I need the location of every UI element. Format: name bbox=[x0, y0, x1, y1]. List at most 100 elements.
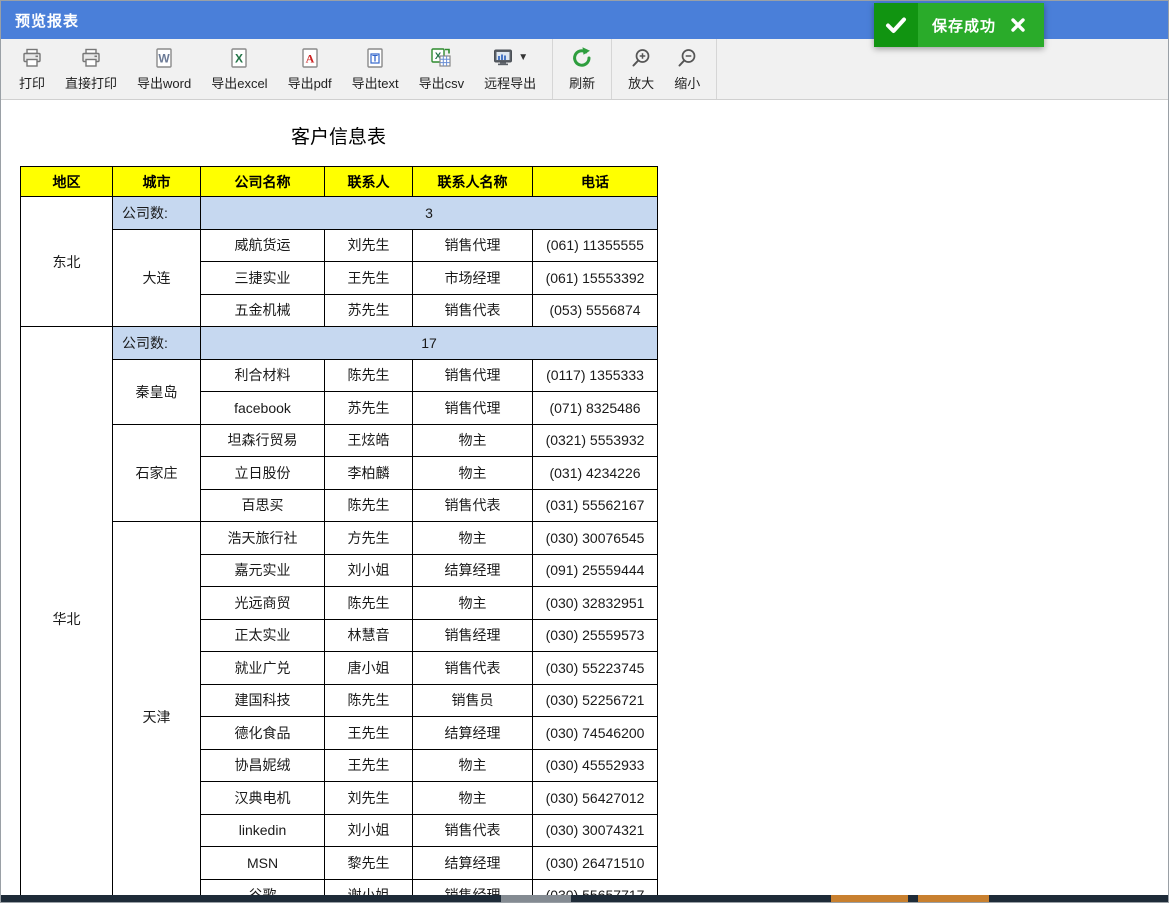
company-name-cell: 五金机械 bbox=[201, 294, 325, 327]
save-success-toast: 保存成功 bbox=[874, 3, 1044, 47]
city-cell: 石家庄 bbox=[113, 424, 201, 522]
contact-cell: 苏先生 bbox=[325, 294, 413, 327]
contact-title-cell: 销售代表 bbox=[413, 489, 533, 522]
contact-cell: 王先生 bbox=[325, 749, 413, 782]
company-name-cell: 谷歌 bbox=[201, 879, 325, 895]
direct-print-label: 直接打印 bbox=[65, 73, 117, 92]
contact-cell: 方先生 bbox=[325, 522, 413, 555]
remote-export-icon bbox=[492, 46, 514, 71]
remote-export-label: 远程导出 bbox=[484, 73, 536, 92]
contact-title-cell: 结算经理 bbox=[413, 717, 533, 750]
contact-cell: 黎先生 bbox=[325, 847, 413, 880]
excel-file-icon: X bbox=[228, 46, 250, 70]
export-pdf-label: 导出pdf bbox=[288, 73, 332, 92]
phone-cell: (071) 8325486 bbox=[533, 392, 658, 425]
toast-message: 保存成功 bbox=[932, 15, 996, 36]
phone-cell: (030) 25559573 bbox=[533, 619, 658, 652]
phone-cell: (061) 15553392 bbox=[533, 262, 658, 295]
column-header: 联系人名称 bbox=[413, 167, 533, 197]
contact-title-cell: 结算经理 bbox=[413, 847, 533, 880]
group-summary-row: 东北公司数:3 bbox=[21, 197, 658, 230]
zoom-out-label: 缩小 bbox=[674, 73, 700, 92]
region-cell: 东北 bbox=[21, 197, 113, 327]
phone-cell: (030) 30074321 bbox=[533, 814, 658, 847]
table-row: 天津浩天旅行社方先生物主(030) 30076545 bbox=[21, 522, 658, 555]
company-name-cell: linkedin bbox=[201, 814, 325, 847]
taskbar-strip bbox=[1, 895, 1168, 902]
contact-title-cell: 销售代理 bbox=[413, 392, 533, 425]
direct-print-button[interactable]: 直接打印 bbox=[55, 39, 127, 99]
taskbar-segment bbox=[916, 895, 989, 902]
phone-cell: (053) 5556874 bbox=[533, 294, 658, 327]
phone-cell: (030) 52256721 bbox=[533, 684, 658, 717]
export-csv-button[interactable]: X 导出csv bbox=[409, 39, 475, 99]
contact-title-cell: 物主 bbox=[413, 587, 533, 620]
contact-cell: 陈先生 bbox=[325, 359, 413, 392]
pdf-file-icon: A bbox=[299, 46, 321, 70]
export-text-label: 导出text bbox=[352, 73, 399, 92]
toast-body: 保存成功 bbox=[918, 3, 1044, 47]
contact-cell: 王先生 bbox=[325, 262, 413, 295]
print-button[interactable]: 打印 bbox=[9, 39, 55, 99]
city-cell: 大连 bbox=[113, 229, 201, 327]
window-title: 预览报表 bbox=[15, 10, 79, 31]
svg-text:A: A bbox=[305, 52, 314, 66]
close-icon[interactable] bbox=[1006, 17, 1030, 33]
company-name-cell: 立日股份 bbox=[201, 457, 325, 490]
contact-title-cell: 物主 bbox=[413, 782, 533, 815]
phone-cell: (031) 55562167 bbox=[533, 489, 658, 522]
contact-title-cell: 销售员 bbox=[413, 684, 533, 717]
zoom-out-button[interactable]: 缩小 bbox=[664, 39, 710, 99]
export-excel-label: 导出excel bbox=[211, 73, 267, 92]
contact-cell: 谢小姐 bbox=[325, 879, 413, 895]
table-body: 东北公司数:3大连威航货运刘先生销售代理(061) 11355555三捷实业王先… bbox=[21, 197, 658, 896]
company-name-cell: 协昌妮绒 bbox=[201, 749, 325, 782]
contact-title-cell: 物主 bbox=[413, 522, 533, 555]
refresh-button[interactable]: 刷新 bbox=[559, 39, 605, 99]
toolbar-separator bbox=[611, 39, 612, 99]
contact-title-cell: 销售经理 bbox=[413, 619, 533, 652]
column-header: 电话 bbox=[533, 167, 658, 197]
company-name-cell: facebook bbox=[201, 392, 325, 425]
contact-cell: 刘先生 bbox=[325, 229, 413, 262]
toolbar: 打印 直接打印 W 导出word X 导出excel A 导出pdf T 导出t… bbox=[1, 39, 1168, 100]
contact-cell: 唐小姐 bbox=[325, 652, 413, 685]
column-header: 地区 bbox=[21, 167, 113, 197]
company-name-cell: 汉典电机 bbox=[201, 782, 325, 815]
contact-cell: 李柏麟 bbox=[325, 457, 413, 490]
contact-title-cell: 市场经理 bbox=[413, 262, 533, 295]
phone-cell: (0321) 5553932 bbox=[533, 424, 658, 457]
company-name-cell: 德化食品 bbox=[201, 717, 325, 750]
export-excel-button[interactable]: X 导出excel bbox=[201, 39, 277, 99]
export-pdf-button[interactable]: A 导出pdf bbox=[278, 39, 342, 99]
phone-cell: (030) 26471510 bbox=[533, 847, 658, 880]
contact-title-cell: 销售代表 bbox=[413, 652, 533, 685]
customer-info-table: 地区城市公司名称联系人联系人名称电话 东北公司数:3大连威航货运刘先生销售代理(… bbox=[20, 166, 658, 895]
group-summary-row: 华北公司数:17 bbox=[21, 327, 658, 360]
company-name-cell: 嘉元实业 bbox=[201, 554, 325, 587]
company-count-value: 3 bbox=[201, 197, 658, 230]
export-text-button[interactable]: T 导出text bbox=[342, 39, 409, 99]
check-icon bbox=[874, 3, 918, 47]
taskbar-segment bbox=[501, 895, 571, 902]
zoom-out-icon bbox=[676, 46, 698, 70]
company-count-value: 17 bbox=[201, 327, 658, 360]
export-csv-label: 导出csv bbox=[419, 73, 465, 92]
csv-file-icon: X bbox=[429, 46, 453, 70]
company-name-cell: 坦森行贸易 bbox=[201, 424, 325, 457]
export-word-button[interactable]: W 导出word bbox=[127, 39, 201, 99]
taskbar-segment bbox=[831, 895, 908, 902]
contact-cell: 苏先生 bbox=[325, 392, 413, 425]
table-row: 大连威航货运刘先生销售代理(061) 11355555 bbox=[21, 229, 658, 262]
contact-title-cell: 结算经理 bbox=[413, 554, 533, 587]
svg-text:T: T bbox=[372, 54, 378, 64]
app-window: { "window": { "title": "预览报表" }, "toolba… bbox=[0, 0, 1169, 903]
contact-title-cell: 销售代表 bbox=[413, 294, 533, 327]
zoom-in-button[interactable]: 放大 bbox=[618, 39, 664, 99]
contact-cell: 林慧音 bbox=[325, 619, 413, 652]
contact-title-cell: 物主 bbox=[413, 749, 533, 782]
company-name-cell: 建国科技 bbox=[201, 684, 325, 717]
header-row: 地区城市公司名称联系人联系人名称电话 bbox=[21, 167, 658, 197]
remote-export-button[interactable]: ▼ 远程导出 bbox=[474, 39, 546, 99]
contact-cell: 陈先生 bbox=[325, 587, 413, 620]
